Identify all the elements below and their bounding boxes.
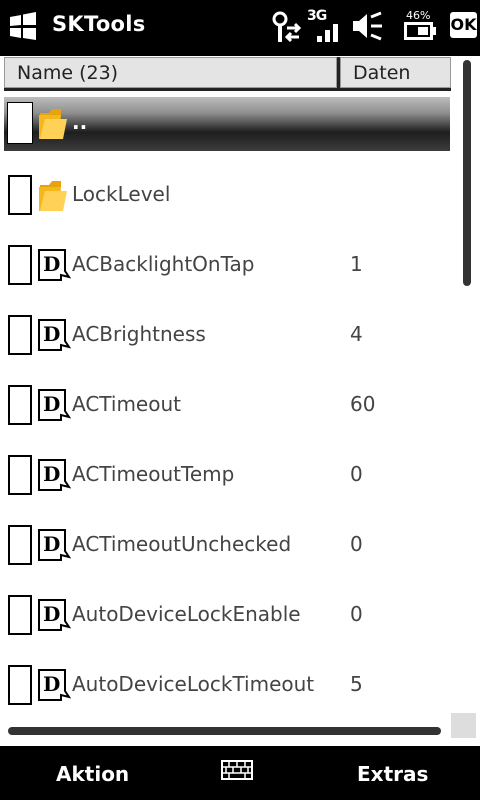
row-value: 0	[350, 602, 363, 626]
column-header-name[interactable]: Name (23)	[4, 57, 337, 88]
dword-value-icon: D	[38, 669, 71, 701]
list-item[interactable]: D AutoDeviceLockTimeout 5	[4, 659, 450, 713]
row-name: ACBacklightOnTap	[72, 252, 255, 276]
dword-value-icon: D	[38, 529, 71, 561]
row-value: 60	[350, 392, 376, 416]
row-checkbox[interactable]	[8, 245, 32, 285]
dword-value-icon: D	[38, 599, 71, 631]
row-checkbox[interactable]	[8, 595, 32, 635]
dword-value-icon: D	[38, 249, 71, 281]
svg-text:D: D	[43, 322, 60, 346]
connectivity-icon[interactable]	[270, 10, 302, 44]
dword-value-icon: D	[38, 389, 71, 421]
row-name: ACTimeoutTemp	[72, 462, 235, 486]
svg-text:D: D	[43, 252, 60, 276]
row-value: 1	[350, 252, 363, 276]
row-checkbox[interactable]	[8, 385, 32, 425]
row-name: AutoDeviceLockTimeout	[72, 672, 315, 696]
scrollbar-corner	[451, 713, 476, 738]
svg-text:D: D	[43, 392, 60, 416]
title-bar: SKTools 3G 46% OK	[0, 0, 480, 54]
row-value: 4	[350, 322, 363, 346]
row-checkbox[interactable]	[8, 455, 32, 495]
ok-button[interactable]: OK	[450, 12, 477, 38]
row-name: ACTimeout	[72, 392, 181, 416]
list-item[interactable]: D ACBacklightOnTap 1	[4, 239, 450, 293]
aktion-softkey[interactable]: Aktion	[56, 762, 129, 786]
row-value: 0	[350, 532, 363, 556]
row-checkbox[interactable]	[8, 665, 32, 705]
battery-icon[interactable]	[404, 22, 438, 40]
row-checkbox[interactable]	[8, 175, 32, 215]
list-item[interactable]: LockLevel	[4, 169, 450, 223]
row-name: LockLevel	[72, 182, 171, 206]
folder-icon	[39, 181, 67, 211]
row-name: ACBrightness	[72, 322, 206, 346]
dword-value-icon: D	[38, 319, 71, 351]
row-name: ..	[72, 110, 88, 134]
row-checkbox[interactable]	[8, 315, 32, 355]
list-item[interactable]: D ACBrightness 4	[4, 309, 450, 363]
extras-softkey[interactable]: Extras	[357, 762, 428, 786]
list-item-parent-folder[interactable]: ..	[4, 97, 450, 151]
list-item[interactable]: D ACTimeoutUnchecked 0	[4, 519, 450, 573]
row-value: 0	[350, 462, 363, 486]
windows-start-icon[interactable]	[8, 12, 38, 40]
folder-icon	[39, 109, 67, 139]
keyboard-icon[interactable]	[221, 760, 253, 780]
list-item[interactable]: D AutoDeviceLockEnable 0	[4, 589, 450, 643]
svg-text:D: D	[43, 672, 60, 696]
battery-percent: 46%	[406, 9, 431, 22]
vertical-scrollbar[interactable]	[463, 60, 471, 286]
list-item[interactable]: D ACTimeoutTemp 0	[4, 449, 450, 503]
horizontal-scrollbar[interactable]	[8, 727, 441, 735]
dword-value-icon: D	[38, 459, 71, 491]
row-name: AutoDeviceLockEnable	[72, 602, 301, 626]
list-item[interactable]: D ACTimeout 60	[4, 379, 450, 433]
volume-icon[interactable]	[350, 10, 384, 42]
row-checkbox[interactable]	[7, 102, 33, 144]
row-value: 5	[350, 672, 363, 696]
row-checkbox[interactable]	[8, 525, 32, 565]
svg-text:D: D	[43, 462, 60, 486]
app-title: SKTools	[52, 12, 146, 36]
column-header-data[interactable]: Daten	[340, 57, 451, 88]
svg-text:D: D	[43, 532, 60, 556]
signal-icon[interactable]: 3G	[307, 8, 343, 44]
soft-key-bar: Aktion Extras	[0, 746, 480, 800]
row-name: ACTimeoutUnchecked	[72, 532, 292, 556]
header-divider	[4, 88, 451, 91]
svg-text:D: D	[43, 602, 60, 626]
